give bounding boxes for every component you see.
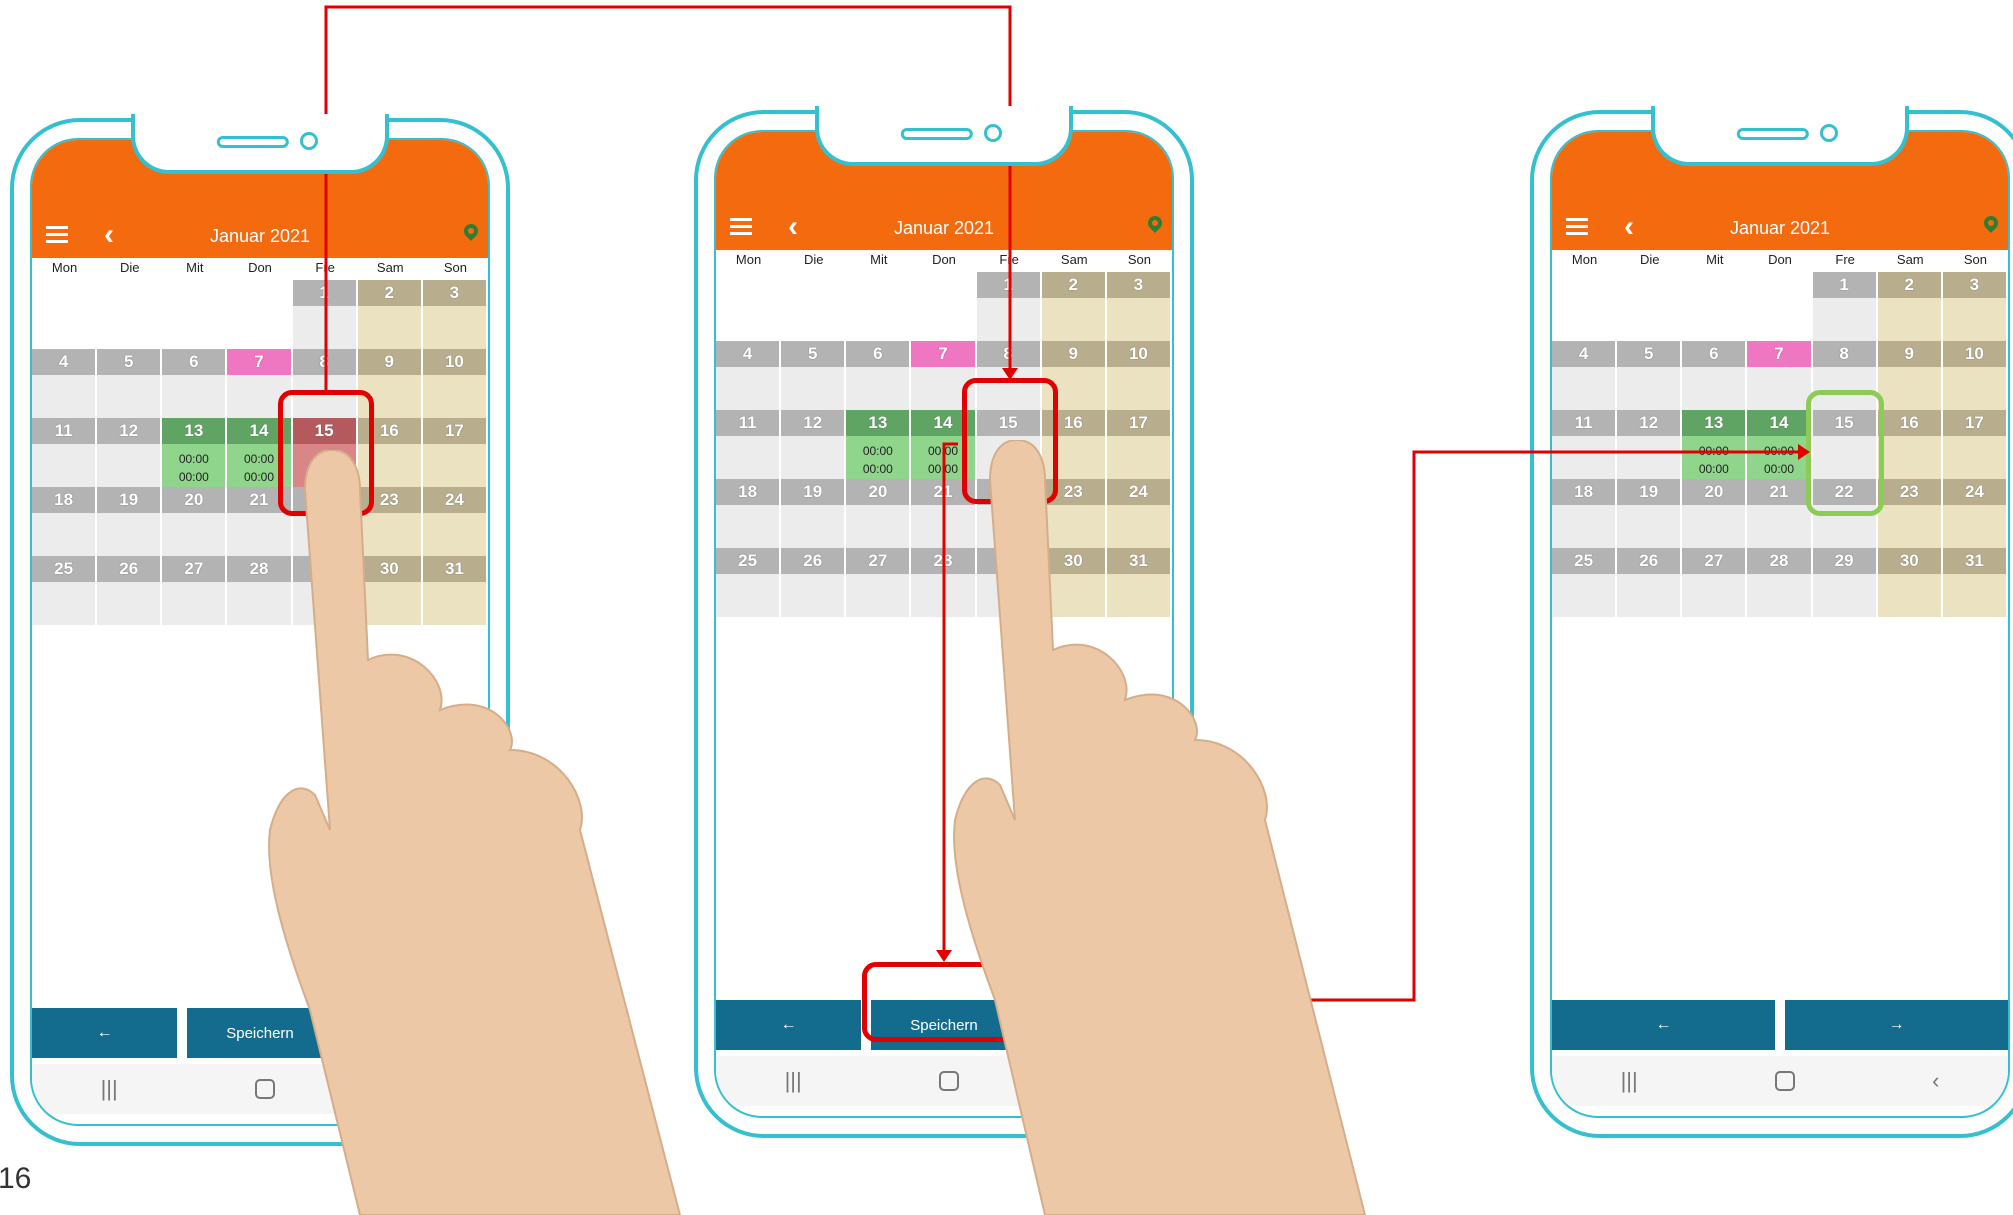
speaker-icon (216, 136, 289, 148)
camera-icon (1820, 124, 1838, 142)
phone-notch (815, 106, 1073, 166)
arrow-select-to-day (324, 5, 1012, 392)
page-number: 16 (0, 1162, 32, 1195)
camera-icon (300, 132, 318, 150)
speaker-icon (1736, 128, 1809, 140)
phone-notch (1651, 106, 1909, 166)
phone-notch (131, 114, 389, 174)
hand-tapping-phone-2 (953, 440, 1367, 1215)
arrowhead-result (1798, 444, 1810, 460)
arrowhead-day (1002, 368, 1018, 380)
camera-icon (984, 124, 1002, 142)
hand-tapping-phone-1 (268, 450, 682, 1215)
speaker-icon (900, 128, 973, 140)
